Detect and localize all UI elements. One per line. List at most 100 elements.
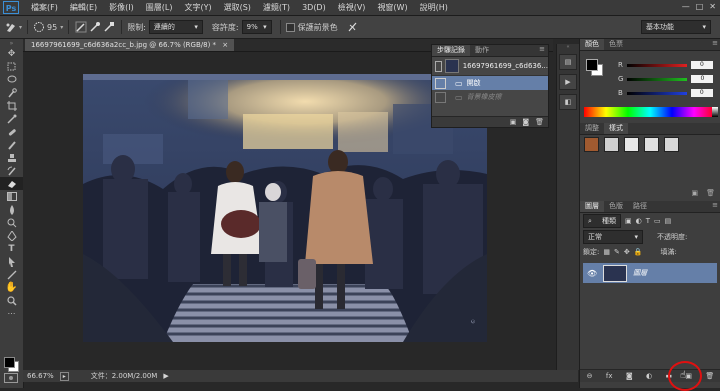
gradient-tool-icon[interactable] (0, 190, 23, 203)
menu-layer[interactable]: 圖層(L) (140, 2, 179, 13)
filter-type-icon[interactable]: T (646, 217, 650, 225)
brush-tool-icon[interactable] (0, 138, 23, 151)
filter-pixel-icon[interactable]: ▣ (625, 217, 632, 225)
actions-panel-icon[interactable]: ▶ (559, 74, 577, 90)
mask-icon[interactable]: ◙ (626, 372, 633, 380)
tab-history[interactable]: 步驟記錄 (432, 45, 470, 56)
red-track[interactable] (626, 63, 687, 67)
tab-actions[interactable]: 動作 (470, 45, 494, 56)
style-swatch[interactable] (584, 137, 599, 152)
layer-name[interactable]: 圖層 (633, 268, 647, 278)
panel-menu-icon[interactable]: ≡ (712, 201, 720, 212)
zoom-level[interactable]: 66.67% (27, 372, 54, 380)
tab-layers[interactable]: 圖層 (580, 201, 604, 212)
blue-value[interactable]: 0 (690, 89, 713, 97)
panel-menu-icon[interactable]: ≡ (712, 39, 720, 50)
color-panel-swatches[interactable] (586, 59, 603, 76)
pen-tool-icon[interactable] (0, 229, 23, 242)
status-menu-icon[interactable]: ▸ (59, 371, 69, 381)
fx-icon[interactable]: fx (606, 372, 613, 380)
minimize-button[interactable]: — (682, 2, 690, 11)
lock-pixels-icon[interactable]: ✎ (614, 248, 620, 256)
limits-select[interactable]: 連續的 ▾ (148, 20, 203, 34)
menu-view[interactable]: 檢視(V) (332, 2, 372, 13)
background-eraser-tool-icon[interactable] (4, 20, 18, 34)
line-tool-icon[interactable] (0, 268, 23, 281)
link-layers-icon[interactable]: ⊖ (587, 372, 593, 380)
maximize-button[interactable]: □ (696, 2, 704, 11)
eraser-tool-icon[interactable] (0, 177, 23, 190)
filter-shape-icon[interactable]: ▭ (654, 217, 661, 225)
blend-mode-select[interactable]: 正常 ▾ (583, 230, 643, 244)
style-swatch[interactable] (644, 137, 659, 152)
history-panel-icon[interactable]: ▤ (559, 54, 577, 70)
history-item-background-eraser[interactable]: ▭ 背景橡皮擦 (432, 90, 548, 104)
new-document-icon[interactable]: ▣ (510, 118, 517, 126)
foreground-background-swatches[interactable] (4, 357, 19, 372)
menu-image[interactable]: 影像(I) (103, 2, 140, 13)
tab-adjustments[interactable]: 調整 (580, 123, 604, 134)
lock-transparent-icon[interactable]: ▦ (603, 248, 610, 256)
quick-select-tool-icon[interactable] (0, 86, 23, 99)
history-brush-tool-icon[interactable] (0, 164, 23, 177)
zoom-tool-icon[interactable] (0, 294, 23, 307)
marquee-tool-icon[interactable] (0, 60, 23, 73)
history-source-icon[interactable] (435, 77, 446, 89)
foreground-color-swatch[interactable] (586, 59, 598, 71)
style-swatch[interactable] (624, 137, 639, 152)
quick-mask-icon[interactable] (4, 373, 18, 383)
trash-icon[interactable]: 🗑 (535, 118, 544, 126)
lock-all-icon[interactable]: 🔒 (634, 248, 643, 256)
style-swatch[interactable] (604, 137, 619, 152)
path-selection-tool-icon[interactable] (0, 255, 23, 268)
sampling-once-icon[interactable] (88, 20, 102, 34)
hand-tool-icon[interactable]: ✋ (0, 281, 23, 294)
close-button[interactable]: ✕ (709, 2, 716, 11)
black-white-ramp[interactable] (712, 107, 718, 117)
camera-icon[interactable]: ◙ (522, 118, 529, 126)
style-swatch[interactable] (664, 137, 679, 152)
collapse-arrows-icon[interactable]: « (557, 44, 579, 50)
layer-kind-select[interactable]: ⌕ 種類 (583, 214, 621, 228)
eyedropper-tool-icon[interactable] (0, 112, 23, 125)
history-source-icon[interactable] (435, 91, 446, 103)
red-slider[interactable]: R 0 (618, 60, 718, 70)
snapshot-source-icon[interactable] (435, 60, 443, 72)
menu-edit[interactable]: 編輯(E) (64, 2, 103, 13)
panel-menu-icon[interactable]: ≡ (539, 45, 548, 56)
new-style-icon[interactable]: ▣ (691, 189, 698, 197)
menu-filter[interactable]: 濾鏡(T) (257, 2, 296, 13)
type-tool-icon[interactable]: T (0, 242, 23, 255)
history-snapshot[interactable]: 16697961699_c6d636... (432, 57, 548, 76)
menu-window[interactable]: 視窗(W) (371, 2, 413, 13)
green-track[interactable] (627, 77, 688, 81)
history-item-open[interactable]: ▭ 開啟 (432, 76, 548, 90)
tolerance-input[interactable]: 9% ▾ (241, 20, 272, 34)
clone-stamp-tool-icon[interactable] (0, 151, 23, 164)
layer-row[interactable]: 👁 圖層 (583, 263, 717, 283)
foreground-color-swatch[interactable] (4, 357, 15, 368)
photo-canvas[interactable]: © (83, 74, 487, 342)
lock-position-icon[interactable]: ✥ (624, 248, 630, 256)
menu-select[interactable]: 選取(S) (218, 2, 257, 13)
tab-paths[interactable]: 路徑 (628, 201, 652, 212)
trash-icon[interactable]: 🗑 (705, 372, 714, 380)
filter-smart-icon[interactable]: ▤ (665, 217, 672, 225)
close-tab-icon[interactable]: × (222, 41, 228, 49)
filter-adjust-icon[interactable]: ◐ (636, 217, 642, 225)
menu-type[interactable]: 文字(Y) (178, 2, 217, 13)
protect-foreground-checkbox[interactable]: 保護前景色 (285, 22, 338, 33)
status-arrow-icon[interactable]: ▶ (163, 372, 168, 380)
eye-icon[interactable]: 👁 (587, 269, 597, 278)
move-tool-icon[interactable]: ✥ (0, 47, 23, 60)
tab-color[interactable]: 顏色 (580, 39, 604, 50)
blue-track[interactable] (626, 91, 687, 95)
workspace-select[interactable]: 基本功能 ▾ (641, 20, 711, 34)
lasso-tool-icon[interactable] (0, 73, 23, 86)
document-tab[interactable]: 16697961699_c6d636a2cc_b.jpg @ 66.7% (RG… (25, 39, 235, 51)
collapse-arrows-icon[interactable]: » (0, 39, 23, 47)
healing-brush-tool-icon[interactable] (0, 125, 23, 138)
red-value[interactable]: 0 (690, 61, 713, 69)
menu-3d[interactable]: 3D(D) (296, 3, 332, 12)
blur-tool-icon[interactable] (0, 203, 23, 216)
